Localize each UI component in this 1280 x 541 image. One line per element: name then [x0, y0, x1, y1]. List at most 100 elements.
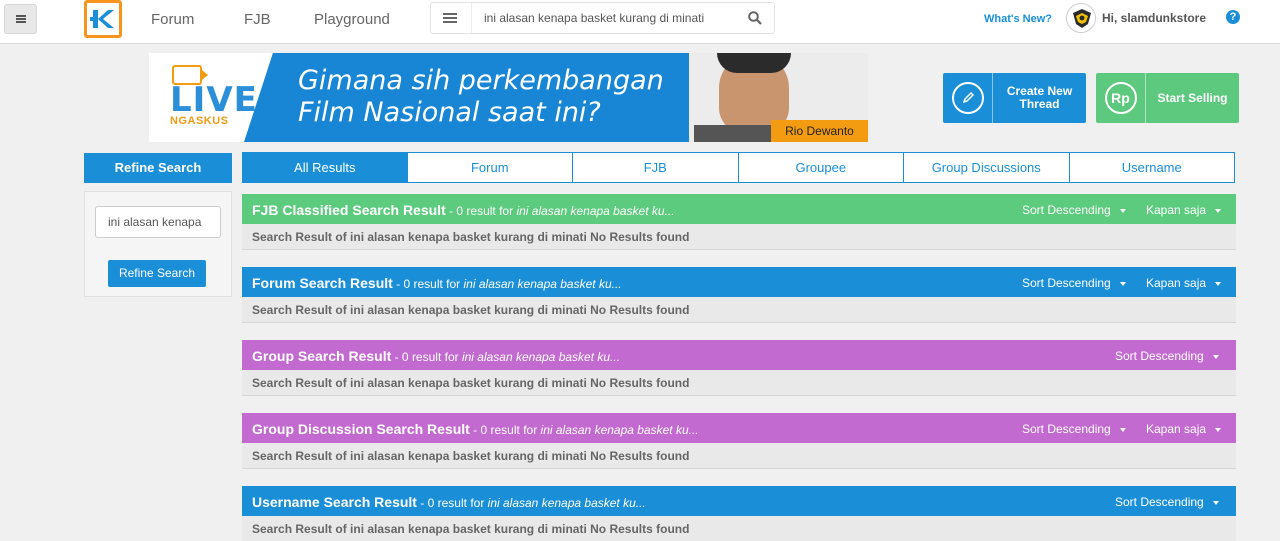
section-title-text: Username Search Result [252, 494, 417, 510]
create-icon-cell [943, 73, 993, 123]
avatar-image [1067, 4, 1095, 32]
sort-dropdown[interactable]: Sort Descending [1022, 276, 1126, 290]
hamburger-icon [15, 15, 26, 23]
caret-down-icon [1215, 208, 1222, 213]
user-avatar[interactable] [1066, 3, 1096, 33]
nav-forum[interactable]: Forum [151, 11, 194, 28]
person-name-label: Rio Dewanto [771, 120, 868, 142]
result-count-text: - 0 result for [445, 204, 517, 218]
promo-banner[interactable]: LIVE NGASKUS Gimana sih perkembangan Fil… [149, 53, 868, 142]
sort-label: Sort Descending [1022, 422, 1111, 436]
result-query: ini alasan kenapa basket ku... [463, 277, 622, 291]
result-count: - 0 result for ini alasan kenapa basket … [416, 496, 646, 510]
sort-label: Sort Descending [1115, 349, 1204, 363]
create-thread-button[interactable]: Create New Thread [943, 73, 1086, 123]
sort-label: Sort Descending [1022, 203, 1111, 217]
result-count: - 0 result for ini alasan kenapa basket … [391, 350, 620, 364]
tab-fjb[interactable]: FJB [573, 152, 739, 183]
section-title-text: Group Discussion Search Result [252, 421, 470, 437]
result-query: ini alasan kenapa basket ku... [516, 204, 675, 218]
result-query: ini alasan kenapa basket ku... [487, 496, 646, 510]
section-empty-message: Search Result of ini alasan kenapa baske… [242, 224, 1236, 250]
banner-headline-line2: Film Nasional saat ini? [298, 97, 601, 128]
section-title-text: Forum Search Result [252, 275, 393, 291]
banner-person-photo: Rio Dewanto [689, 53, 868, 142]
search-bar [430, 2, 775, 34]
rupiah-icon: Rp [1104, 82, 1137, 114]
kaskus-logo[interactable] [84, 0, 122, 38]
section-header: Username Search Result - 0 result for in… [242, 486, 1236, 516]
tab-groupee[interactable]: Groupee [738, 152, 904, 183]
result-count: - 0 result for ini alasan kenapa basket … [392, 277, 622, 291]
result-count: - 0 result for ini alasan kenapa basket … [445, 204, 675, 218]
search-button[interactable] [736, 3, 774, 33]
tab-group-discussions[interactable]: Group Discussions [904, 152, 1070, 183]
create-thread-label-line2: Thread [1019, 97, 1060, 111]
section-title-text: Group Search Result [252, 348, 392, 364]
section-title: Group Search Result - 0 result for ini a… [252, 348, 620, 364]
time-filter-label: Kapan saja [1146, 276, 1207, 290]
section-title: Username Search Result - 0 result for in… [252, 494, 646, 510]
group-discussion-result-section: Group Discussion Search Result - 0 resul… [242, 413, 1236, 469]
result-count-text: - 0 result for [416, 496, 488, 510]
group-result-section: Group Search Result - 0 result for ini a… [242, 340, 1236, 396]
section-title: Forum Search Result - 0 result for ini a… [252, 275, 622, 291]
caret-down-icon [1215, 427, 1222, 432]
result-count: - 0 result for ini alasan kenapa basket … [470, 423, 699, 437]
forum-result-section: Forum Search Result - 0 result for ini a… [242, 267, 1236, 323]
caret-down-icon [1212, 354, 1219, 359]
sort-label: Sort Descending [1022, 276, 1111, 290]
tab-forum[interactable]: Forum [407, 152, 573, 183]
sort-label: Sort Descending [1115, 495, 1204, 509]
refine-search-button[interactable]: Refine Search [108, 260, 206, 287]
section-title-text: FJB Classified Search Result [252, 202, 446, 218]
help-icon[interactable]: ? [1226, 10, 1240, 24]
start-selling-label: Start Selling [1157, 90, 1228, 105]
live-ngaskus-logo: LIVE NGASKUS [170, 65, 258, 127]
search-category-button[interactable] [431, 3, 469, 33]
main-menu-button[interactable] [4, 4, 37, 34]
whats-new-link[interactable]: What's New? [984, 13, 1052, 25]
refine-search-panel: Refine Search [84, 191, 232, 297]
section-empty-message: Search Result of ini alasan kenapa baske… [242, 443, 1236, 469]
time-filter-dropdown[interactable]: Kapan saja [1146, 203, 1222, 217]
fjb-result-section: FJB Classified Search Result - 0 result … [242, 194, 1236, 250]
sort-dropdown[interactable]: Sort Descending [1022, 203, 1126, 217]
section-empty-message: Search Result of ini alasan kenapa baske… [242, 516, 1236, 541]
sell-icon-cell: Rp [1096, 73, 1146, 123]
caret-down-icon [1119, 427, 1126, 432]
result-query: ini alasan kenapa basket ku... [540, 423, 699, 437]
nav-fjb[interactable]: FJB [244, 11, 271, 28]
time-filter-dropdown[interactable]: Kapan saja [1146, 422, 1222, 436]
section-header: Group Search Result - 0 result for ini a… [242, 340, 1236, 370]
username-result-section: Username Search Result - 0 result for in… [242, 486, 1236, 541]
tab-username[interactable]: Username [1069, 152, 1235, 183]
search-input[interactable] [471, 3, 736, 33]
refine-search-input[interactable] [95, 206, 221, 238]
result-count-text: - 0 result for [392, 277, 464, 291]
sort-dropdown[interactable]: Sort Descending [1115, 495, 1219, 509]
caret-down-icon [1119, 208, 1126, 213]
top-navbar: Forum FJB Playground What's New? Hi, sla… [0, 0, 1280, 44]
section-empty-message: Search Result of ini alasan kenapa baske… [242, 297, 1236, 323]
refine-search-title: Refine Search [84, 153, 232, 183]
caret-down-icon [1215, 281, 1222, 286]
tab-all-results[interactable]: All Results [242, 152, 408, 183]
section-empty-message: Search Result of ini alasan kenapa baske… [242, 370, 1236, 396]
section-title: FJB Classified Search Result - 0 result … [252, 202, 675, 218]
start-selling-button[interactable]: Rp Start Selling [1096, 73, 1239, 123]
result-query: ini alasan kenapa basket ku... [461, 350, 621, 364]
search-icon [748, 11, 762, 25]
time-filter-label: Kapan saja [1146, 203, 1207, 217]
sort-dropdown[interactable]: Sort Descending [1115, 349, 1219, 363]
live-word: LIVE [170, 80, 258, 120]
user-greeting[interactable]: Hi, slamdunkstore [1102, 11, 1206, 25]
nav-playground[interactable]: Playground [314, 11, 390, 28]
create-thread-label: Create New Thread [993, 85, 1086, 111]
result-tabs: All Results Forum FJB Groupee Group Disc… [242, 152, 1235, 183]
banner-headline-line1: Gimana sih perkembangan [298, 65, 664, 96]
result-count-text: - 0 result for [391, 350, 462, 364]
person-hair [717, 53, 791, 73]
sort-dropdown[interactable]: Sort Descending [1022, 422, 1126, 436]
time-filter-dropdown[interactable]: Kapan saja [1146, 276, 1222, 290]
